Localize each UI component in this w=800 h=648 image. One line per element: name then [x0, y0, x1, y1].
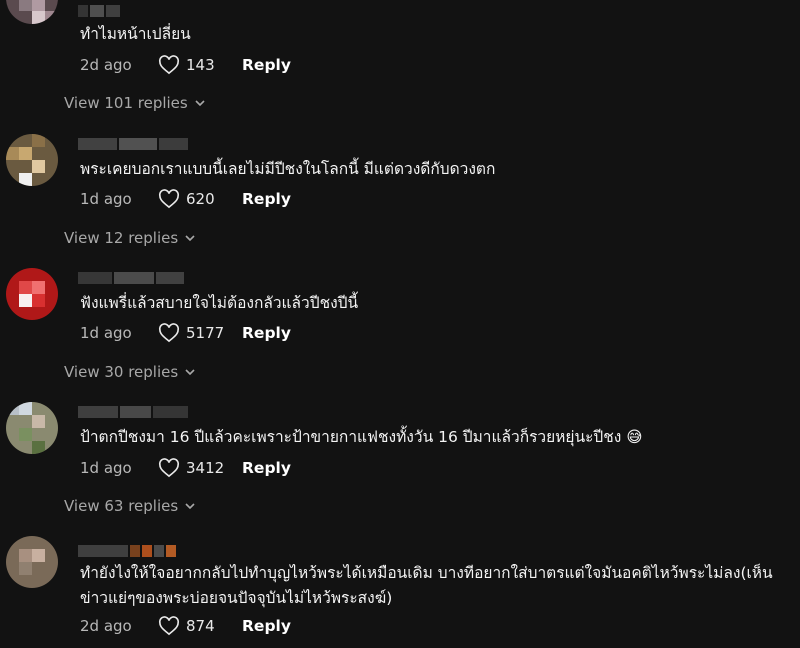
view-replies-label: View 63 replies [64, 497, 179, 515]
reply-button[interactable]: Reply [242, 459, 291, 477]
chevron-down-icon [185, 369, 195, 376]
comment-meta: 1d ago 620 Reply [80, 189, 291, 209]
view-replies-button[interactable]: View 63 replies [64, 497, 196, 515]
heart-outline-icon [158, 458, 180, 478]
like-button[interactable]: 143 [158, 55, 238, 75]
view-replies-label: View 12 replies [64, 229, 179, 247]
comment-date: 1d ago [80, 459, 132, 477]
reply-button[interactable]: Reply [242, 324, 291, 342]
chevron-down-icon [185, 235, 195, 242]
chevron-down-icon [185, 503, 195, 510]
avatar[interactable] [6, 268, 58, 320]
heart-outline-icon [158, 55, 180, 75]
username-blurred[interactable] [78, 272, 188, 284]
heart-outline-icon [158, 616, 180, 636]
like-button[interactable]: 5177 [158, 323, 238, 343]
like-count: 5177 [186, 324, 225, 342]
heart-outline-icon [158, 323, 180, 343]
avatar[interactable] [6, 536, 58, 588]
view-replies-label: View 30 replies [64, 363, 179, 381]
like-count: 3412 [186, 459, 225, 477]
view-replies-button[interactable]: View 101 replies [64, 94, 206, 112]
like-count: 620 [186, 190, 215, 208]
comment-meta: 1d ago 5177 Reply [80, 323, 291, 343]
comment-meta: 2d ago 874 Reply [80, 616, 291, 636]
avatar[interactable] [6, 402, 58, 454]
like-button[interactable]: 3412 [158, 458, 238, 478]
chevron-down-icon [195, 100, 205, 107]
reply-button[interactable]: Reply [242, 190, 291, 208]
avatar[interactable] [6, 0, 58, 24]
comment-text: ป้าตกปีชงมา 16 ปีแล้วคะเพราะป้าขายกาแฟชง… [80, 428, 643, 446]
like-count: 874 [186, 617, 215, 635]
username-blurred[interactable] [78, 138, 188, 150]
comment-text: พระเคยบอกเราแบบนี้เลยไม่มีปีชงในโลกนี้ ม… [80, 160, 496, 178]
comment-date: 1d ago [80, 190, 132, 208]
comment-meta: 1d ago 3412 Reply [80, 458, 291, 478]
comment-date: 1d ago [80, 324, 132, 342]
comment-meta: 2d ago 143 Reply [80, 55, 291, 75]
comment-date: 2d ago [80, 617, 132, 635]
username-blurred[interactable] [78, 545, 188, 557]
comment-text: ฟังแพรี่แล้วสบายใจไม่ต้องกลัวแล้วปีชงปีน… [80, 294, 359, 312]
comment-text: ทำยังไงให้ใจอยากกลับไปทำบุญไหว้พระได้เหม… [80, 564, 773, 607]
view-replies-label: View 101 replies [64, 94, 188, 112]
like-button[interactable]: 874 [158, 616, 238, 636]
like-button[interactable]: 620 [158, 189, 238, 209]
username-blurred[interactable] [78, 5, 188, 17]
reply-button[interactable]: Reply [242, 617, 291, 635]
comment-text: ทำไมหน้าเปลี่ยน [80, 25, 191, 43]
comment-date: 2d ago [80, 56, 132, 74]
avatar[interactable] [6, 134, 58, 186]
username-blurred[interactable] [78, 406, 188, 418]
heart-outline-icon [158, 189, 180, 209]
view-replies-button[interactable]: View 12 replies [64, 229, 196, 247]
like-count: 143 [186, 56, 215, 74]
reply-button[interactable]: Reply [242, 56, 291, 74]
view-replies-button[interactable]: View 30 replies [64, 363, 196, 381]
